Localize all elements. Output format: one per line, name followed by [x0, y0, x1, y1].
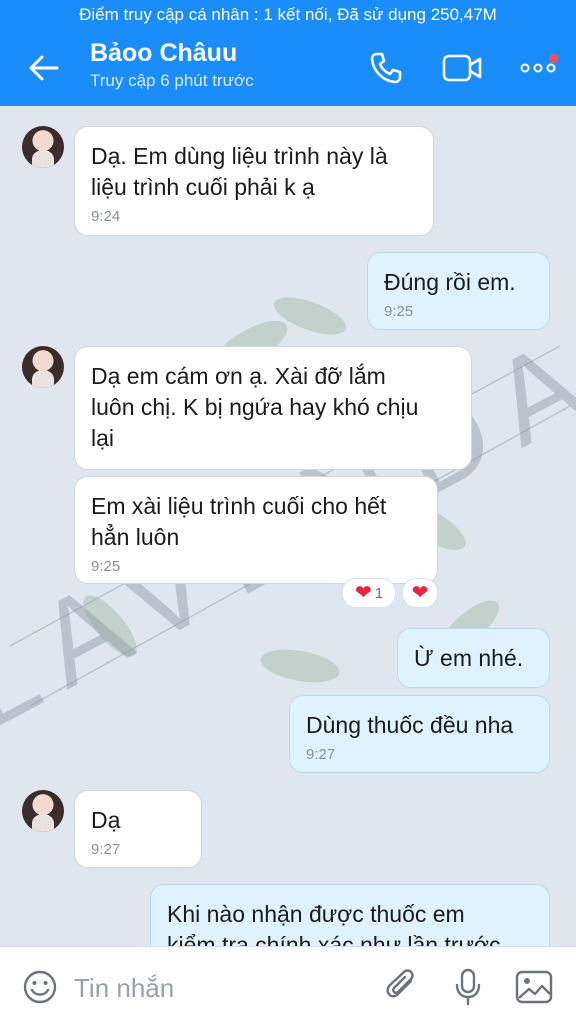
emoji-button[interactable]: [20, 967, 60, 1007]
message-bubble-outgoing[interactable]: Dùng thuốc đều nha 9:27: [289, 695, 550, 773]
paperclip-icon: [386, 969, 414, 998]
message-line: Đúng rồi em.: [384, 269, 516, 295]
message-line: Dạ. Em dùng liệu trình này là: [91, 143, 388, 169]
message-time: 9:25: [91, 558, 121, 575]
more-dots-icon: [520, 63, 556, 73]
voice-call-button[interactable]: [364, 48, 408, 88]
message-bubble-incoming[interactable]: Dạ. Em dùng liệu trình này là liệu trình…: [74, 126, 434, 236]
message-bubble-outgoing[interactable]: Đúng rồi em. 9:25: [367, 252, 550, 330]
microphone-icon: [455, 968, 481, 1006]
heart-icon: ❤: [354, 582, 372, 604]
message-line: Dùng thuốc đều nha: [306, 712, 514, 738]
video-camera-icon: [442, 54, 482, 82]
message-line: Dạ: [91, 807, 121, 833]
contact-avatar[interactable]: [22, 790, 64, 832]
chat-header: Bảoo Châuu Truy cập 6 phút trước: [0, 30, 576, 106]
message-line: hẳn luôn: [91, 524, 180, 550]
message-line: Em xài liệu trình cuối cho hết: [91, 493, 387, 519]
last-seen-status: Truy cập 6 phút trước: [90, 71, 254, 90]
video-call-button[interactable]: [440, 48, 484, 88]
hotspot-status-text: Điểm truy cập cá nhân : 1 kết nối, Đã sử…: [79, 5, 497, 24]
message-bubble-incoming[interactable]: Em xài liệu trình cuối cho hết hẳn luôn …: [74, 476, 438, 584]
message-time: 9:27: [91, 841, 121, 858]
message-line: Khi nào nhận được thuốc em: [167, 901, 465, 927]
message-time: 9:25: [384, 303, 414, 320]
message-composer: [0, 946, 576, 1025]
message-bubble-outgoing[interactable]: Ừ em nhé.: [397, 628, 550, 688]
reaction-summary[interactable]: ❤ 1: [342, 578, 396, 608]
message-bubble-incoming[interactable]: Dạ em cám ơn ạ. Xài đỡ lắm luôn chị. K b…: [74, 346, 472, 470]
message-list[interactable]: LAVENDA Dạ. Em dùng liệu trình này là li…: [0, 106, 576, 946]
back-button[interactable]: [24, 50, 64, 86]
message-line: luôn chị. K bị ngứa hay khó chịu: [91, 394, 419, 420]
message-line: Ừ em nhé.: [414, 645, 524, 671]
send-photo-button[interactable]: [514, 967, 554, 1007]
message-line: lại: [91, 425, 115, 451]
message-line: kiểm tra chính xác như lần trước: [167, 932, 501, 946]
message-time: 9:27: [306, 746, 336, 763]
message-line: Dạ em cám ơn ạ. Xài đỡ lắm: [91, 363, 386, 389]
voice-message-button[interactable]: [448, 967, 488, 1007]
image-icon: [515, 970, 553, 1004]
phone-icon: [370, 52, 402, 84]
message-input[interactable]: [72, 969, 366, 1007]
contact-avatar[interactable]: [22, 126, 64, 168]
notification-dot: [549, 54, 558, 63]
contact-avatar[interactable]: [22, 346, 64, 388]
reaction-count: 1: [374, 584, 384, 602]
status-bar: Điểm truy cập cá nhân : 1 kết nối, Đã sử…: [0, 0, 576, 30]
contact-name[interactable]: Bảoo Châuu: [90, 39, 237, 68]
message-line: liệu trình cuối phải k ạ: [91, 174, 315, 200]
more-options-button[interactable]: [516, 48, 560, 88]
add-reaction-button[interactable]: ❤: [402, 578, 438, 608]
heart-icon: ❤: [411, 582, 429, 604]
message-bubble-incoming[interactable]: Dạ 9:27: [74, 790, 202, 868]
attach-file-button[interactable]: [382, 967, 422, 1007]
back-arrow-icon: [29, 55, 59, 81]
smiley-icon: [23, 970, 57, 1004]
message-time: 9:24: [91, 208, 121, 225]
message-bubble-outgoing[interactable]: Khi nào nhận được thuốc em kiểm tra chín…: [150, 884, 550, 946]
